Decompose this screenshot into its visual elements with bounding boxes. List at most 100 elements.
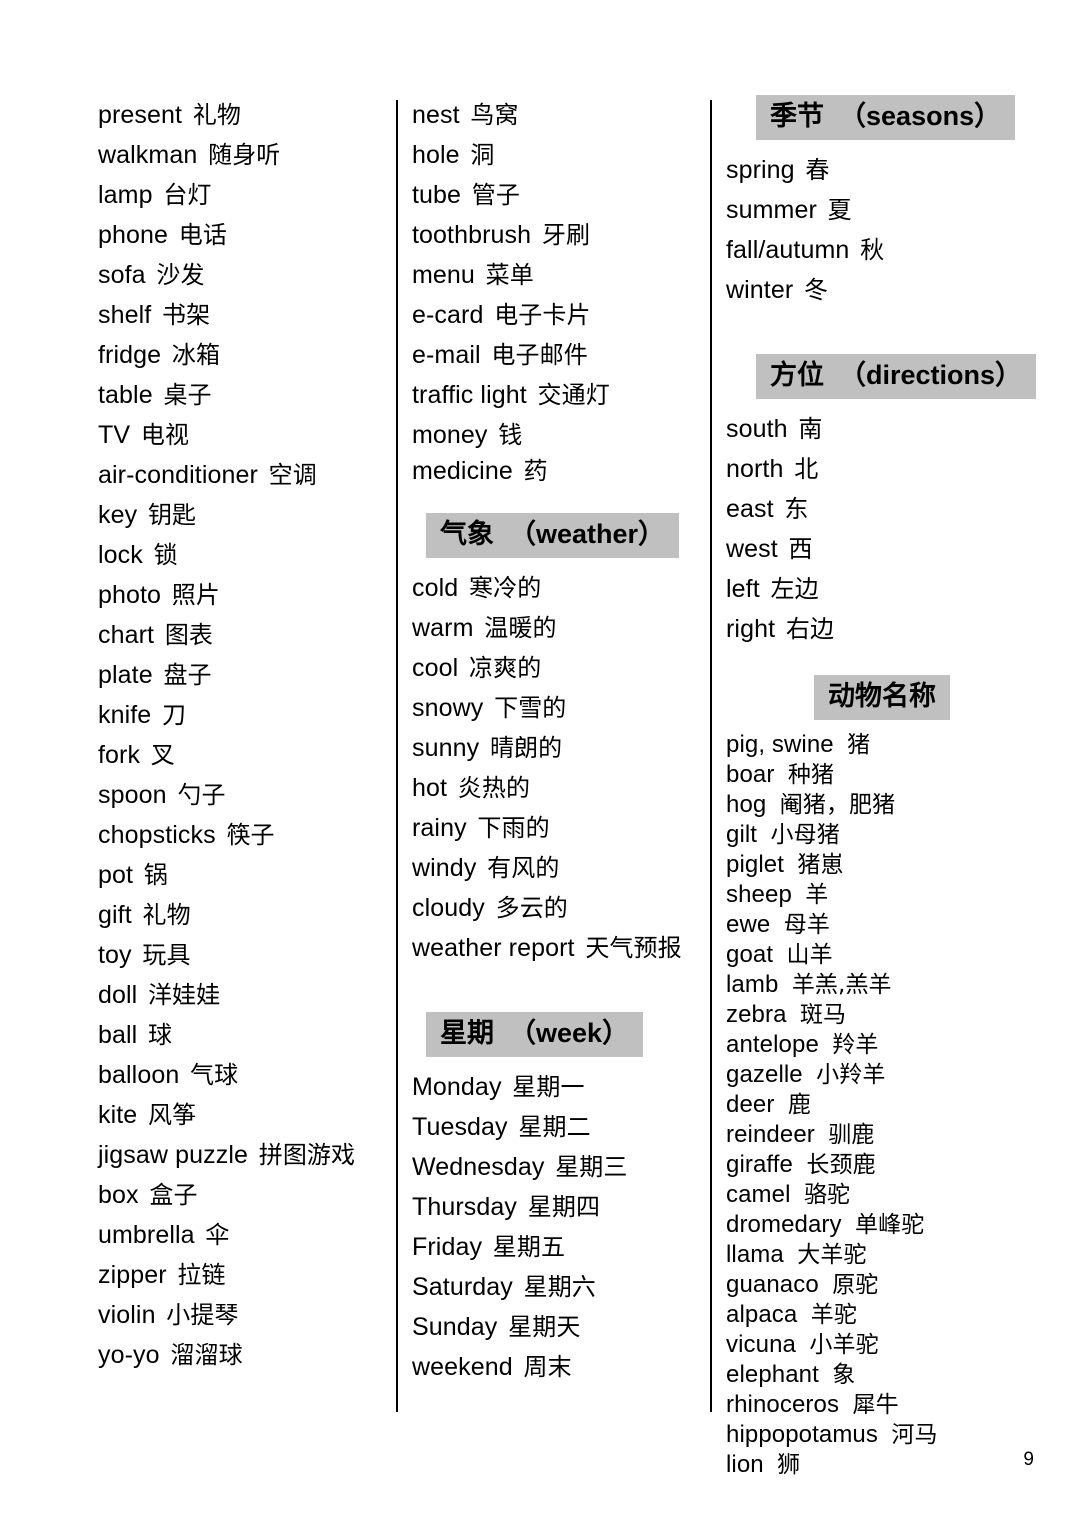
entry-english: fall/autumn xyxy=(726,236,850,264)
entry-english: goat xyxy=(726,941,774,968)
entry-chinese: 钥匙 xyxy=(140,501,197,529)
entry-chinese: 东 xyxy=(776,495,809,523)
entry-english: south xyxy=(726,415,788,443)
entry-english: box xyxy=(98,1181,139,1209)
entry-english: tube xyxy=(412,181,462,209)
vocabulary-entry: Tuesday 星期二 xyxy=(412,1107,704,1147)
entry-english: lamb xyxy=(726,971,779,998)
three-column-layout: present 礼物 walkman 随身听 lamp 台灯 phone 电话 sofa… xyxy=(0,0,1080,1527)
vocabulary-entry: kite 风筝 xyxy=(98,1095,390,1135)
entry-chinese: 管子 xyxy=(464,181,520,209)
entry-english: Sunday xyxy=(412,1313,498,1341)
document-page: present 礼物 walkman 随身听 lamp 台灯 phone 电话 sofa… xyxy=(0,0,1080,1527)
entry-english: menu xyxy=(412,261,475,289)
entry-chinese: 礼物 xyxy=(134,901,191,929)
entry-chinese: 羚羊 xyxy=(824,1032,879,1058)
vocabulary-entry: hot 炎热的 xyxy=(412,768,704,808)
entry-english: deer xyxy=(726,1091,775,1118)
vocabulary-entry: cold 寒冷的 xyxy=(412,568,704,608)
entry-english: hot xyxy=(412,774,448,802)
entry-english: phone xyxy=(98,221,169,249)
vocabulary-entry: Friday 星期五 xyxy=(412,1227,704,1267)
entry-chinese: 盘子 xyxy=(155,661,212,689)
vocabulary-entry: present 礼物 xyxy=(98,95,390,135)
section-header-directions: 方位 （directions） xyxy=(756,354,1037,399)
entry-chinese: 桌子 xyxy=(155,381,212,409)
entry-chinese: 图表 xyxy=(157,621,214,649)
entry-chinese: 凉爽的 xyxy=(461,654,542,682)
entry-chinese: 下雨的 xyxy=(469,814,550,842)
vocabulary-entry: sofa 沙发 xyxy=(98,255,390,295)
vocabulary-entry: south 南 xyxy=(726,409,1026,449)
entry-english: TV xyxy=(98,421,131,449)
section-header-week: 星期 （week） xyxy=(426,1012,704,1057)
entry-chinese: 猪崽 xyxy=(789,852,844,878)
section-header-weather: 气象 （weather） xyxy=(426,513,704,558)
section-header-zh: 方位 xyxy=(770,360,824,391)
entry-english: money xyxy=(412,421,488,449)
entry-chinese: 驯鹿 xyxy=(820,1122,875,1148)
vocabulary-entry: east 东 xyxy=(726,489,1026,529)
entry-english: chart xyxy=(98,621,155,649)
vocabulary-entry: table 桌子 xyxy=(98,375,390,415)
section-header-en: （directions） xyxy=(839,360,1023,390)
vocabulary-entry: snowy 下雪的 xyxy=(412,688,704,728)
column-3-sections: 季节 （seasons） spring 春 summer 夏 fall/autumn … xyxy=(726,95,1037,1480)
entry-chinese: 骆驼 xyxy=(796,1182,851,1208)
vocabulary-entry: key 钥匙 xyxy=(98,495,390,535)
section-header-band: 气象 （weather） xyxy=(426,513,680,558)
entry-english: piglet xyxy=(726,851,784,878)
entry-english: sofa xyxy=(98,261,146,289)
entry-chinese: 晴朗的 xyxy=(482,734,563,762)
vocabulary-entry: pig, swine 猪 xyxy=(726,730,1026,760)
entry-english: guanaco xyxy=(726,1271,819,1298)
entry-chinese: 北 xyxy=(786,455,819,483)
vocabulary-entry: sunny 晴朗的 xyxy=(412,728,704,768)
section-header-band: 方位 （directions） xyxy=(756,354,1037,399)
entry-chinese: 溜溜球 xyxy=(162,1341,243,1369)
entry-chinese: 左边 xyxy=(762,575,819,603)
entry-english: kite xyxy=(98,1101,138,1129)
vocabulary-entry: left 左边 xyxy=(726,569,1026,609)
entry-chinese: 沙发 xyxy=(148,261,205,289)
entry-english: west xyxy=(726,535,778,563)
vocabulary-entry: doll 洋娃娃 xyxy=(98,975,390,1015)
vocabulary-entry: ewe 母羊 xyxy=(726,910,1026,940)
section-header-band: 动物名称 xyxy=(814,675,950,720)
vocabulary-entry: gazelle 小羚羊 xyxy=(726,1060,1026,1090)
entry-english: e-mail xyxy=(412,341,481,369)
vocabulary-entry: llama 大羊驼 xyxy=(726,1240,1026,1270)
entry-english: alpaca xyxy=(726,1301,798,1328)
entry-chinese: 大羊驼 xyxy=(789,1242,867,1268)
header-gap xyxy=(726,399,1026,409)
entry-english: left xyxy=(726,575,760,603)
vocabulary-entry: ball 球 xyxy=(98,1015,390,1055)
entry-english: weather report xyxy=(412,934,575,962)
section-header-spacer xyxy=(824,101,839,131)
entry-english: gilt xyxy=(726,821,758,848)
vocabulary-entry: goat 山羊 xyxy=(726,940,1026,970)
entry-english: gift xyxy=(98,901,132,929)
entry-chinese: 钱 xyxy=(490,421,523,449)
entry-chinese: 菜单 xyxy=(477,261,534,289)
entry-chinese: 天气预报 xyxy=(577,934,682,962)
entry-chinese: 有风的 xyxy=(479,854,560,882)
section-header-spacer xyxy=(494,1018,509,1048)
vocabulary-entry: Thursday 星期四 xyxy=(412,1187,704,1227)
vocabulary-entry: Saturday 星期六 xyxy=(412,1267,704,1307)
entry-english: boar xyxy=(726,761,775,788)
vocabulary-entry: gilt 小母猪 xyxy=(726,820,1026,850)
entry-chinese: 气球 xyxy=(182,1061,239,1089)
vocabulary-entry: cool 凉爽的 xyxy=(412,648,704,688)
vocabulary-entry: plate 盘子 xyxy=(98,655,390,695)
vocabulary-entry: fork 叉 xyxy=(98,735,390,775)
entry-english: chopsticks xyxy=(98,821,216,849)
vocabulary-entry: yo-yo 溜溜球 xyxy=(98,1335,390,1375)
vocabulary-entry: giraffe 长颈鹿 xyxy=(726,1150,1026,1180)
vocabulary-entry: chart 图表 xyxy=(98,615,390,655)
entry-english: e-card xyxy=(412,301,484,329)
entry-english: camel xyxy=(726,1181,791,1208)
entry-english: east xyxy=(726,495,774,523)
header-gap xyxy=(412,1057,704,1067)
entry-english: windy xyxy=(412,854,477,882)
